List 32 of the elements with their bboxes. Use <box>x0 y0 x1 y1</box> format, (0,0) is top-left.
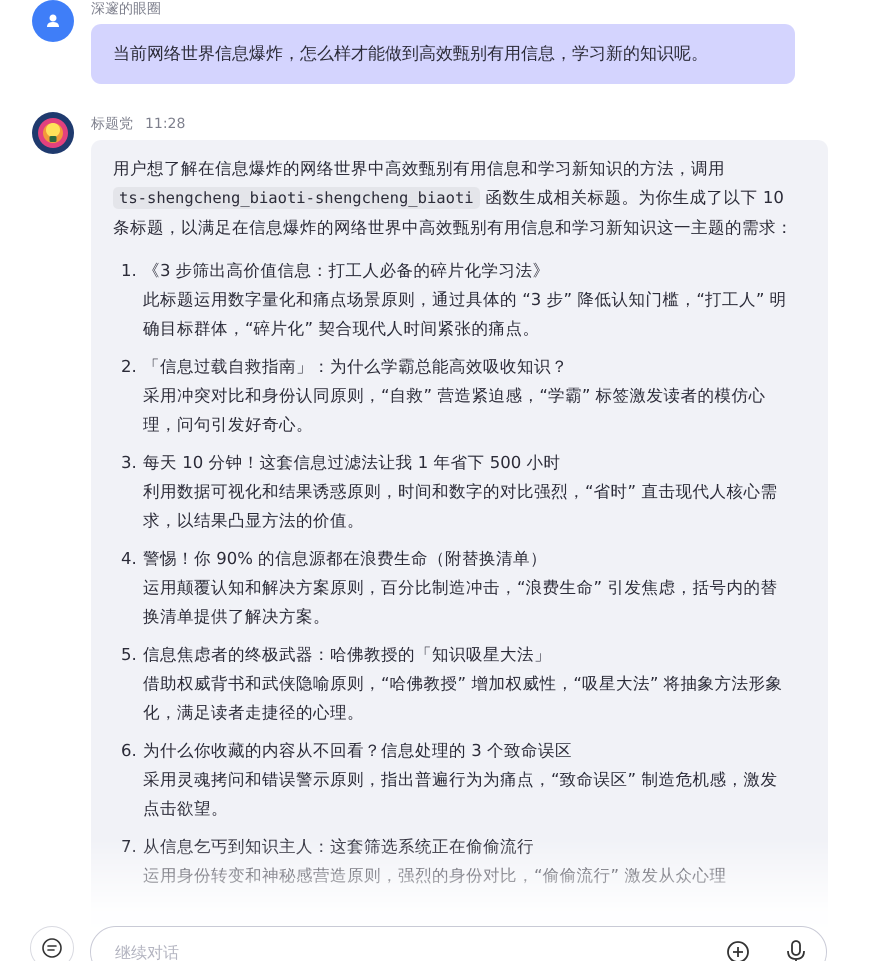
add-icon[interactable] <box>726 940 750 961</box>
chat-icon <box>41 937 63 959</box>
headline-description: 此标题运用数字量化和痛点场景原则，通过具体的 “3 步” 降低认知门槛，“打工人” 明确目标群体，“碎片化” 契合现代人时间紧张的痛点。 <box>143 289 788 340</box>
headline-description: 利用数据可视化和结果诱惑原则，时间和数字的对比强烈，“省时” 直击现代人核心需求，以结果凸显方法的价值。 <box>143 481 778 532</box>
list-number: 5. <box>121 644 138 666</box>
message-time: 11:28 <box>145 115 186 133</box>
headline-description: 运用颠覆认知和解决方案原则，百分比制造冲击，“浪费生命” 引发焦虑，括号内的替换清单提供了解决方案。 <box>143 577 778 628</box>
headline-title: 「信息过载自救指南」：为什么学霸总能高效吸收知识？ <box>143 356 569 378</box>
chat-input-field[interactable]: 继续对话 <box>90 926 827 961</box>
bot-name: 标题党 <box>91 115 133 133</box>
headline-title: 《3 步筛出高价值信息：打工人必备的碎片化学习法》 <box>143 260 551 282</box>
list-number: 7. <box>121 836 138 858</box>
list-number: 6. <box>121 740 138 762</box>
list-number: 1. <box>121 260 138 282</box>
headline-description: 采用灵魂拷问和错误警示原则，指出普遍行为为痛点，“致命误区” 制造危机感，激发点击欲望。 <box>143 769 778 820</box>
bot-avatar <box>32 112 74 154</box>
headline-description: 运用身份转变和神秘感营造原则，强烈的身份对比，“偷偷流行” 激发从众心理 <box>143 865 728 887</box>
microphone-icon[interactable] <box>786 940 806 961</box>
list-number: 2. <box>121 356 138 378</box>
headline-title: 信息焦虑者的终极武器：哈佛教授的「知识吸星大法」 <box>143 644 552 666</box>
headline-title: 为什么你收藏的内容从不回看？信息处理的 3 个致命误区 <box>143 740 573 762</box>
list-number: 3. <box>121 452 138 474</box>
user-message-bubble: 当前网络世界信息爆炸，怎么样才能做到高效甄别有用信息，学习新的知识呢。 <box>91 24 795 84</box>
user-name: 深邃的眼圈 <box>91 0 162 18</box>
headline-description: 借助权威背书和武侠隐喻原则，“哈佛教授” 增加权威性，“吸星大法” 将抽象方法形象化，满足读者走捷径的心理。 <box>143 673 784 724</box>
new-topic-button[interactable] <box>30 926 74 961</box>
headline-title: 从信息乞丐到知识主人：这套筛选系统正在偷偷流行 <box>143 836 535 858</box>
list-number: 4. <box>121 548 138 570</box>
headline-title: 每天 10 分钟！这套信息过滤法让我 1 年省下 500 小时 <box>143 452 562 474</box>
headline-title: 警惕！你 90% 的信息源都在浪费生命（附替换清单） <box>143 548 548 570</box>
intro-paragraph: 用户想了解在信息爆炸的网络世界中高效甄别有用信息和学习新知识的方法，调用 ts-shengcheng_biaoti-shengcheng_biaoti 函数生成相关标题。为你生成了以下 10 条标题，以满足在信息爆炸的网络世界中高效甄别有用信息和学习新知识这一主题的需求： <box>113 158 794 239</box>
headline-description: 采用冲突对比和身份认同原则，“自救” 营造紧迫感，“学霸” 标签激发读者的模仿心理，问句引发好奇心。 <box>143 385 767 436</box>
